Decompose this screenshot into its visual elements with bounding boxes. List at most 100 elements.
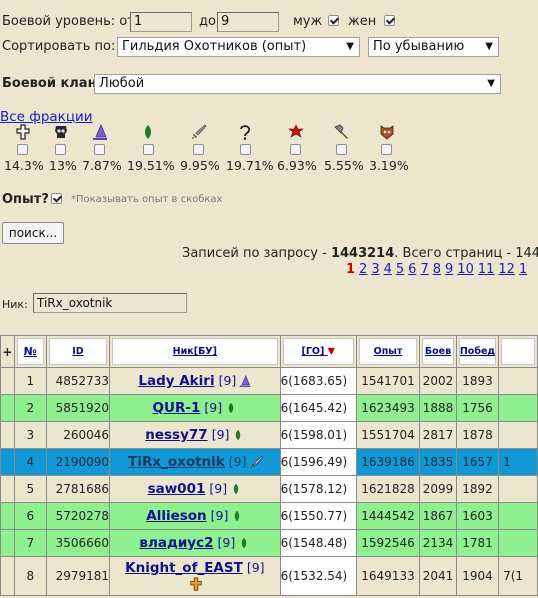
player-level[interactable]: [9]	[247, 560, 265, 575]
clan-value: Любой	[99, 76, 145, 91]
row-plus[interactable]	[0, 502, 15, 530]
player-nick-link[interactable]: saw001	[148, 481, 206, 497]
header-battles[interactable]: Боев	[419, 335, 457, 368]
page-link[interactable]: 4	[384, 262, 392, 277]
pages-total: . Всего страниц - 14433	[394, 246, 538, 261]
row-number: 7	[13, 529, 47, 557]
faction-percent: 9.95%	[180, 158, 220, 173]
row-wins: 1904	[455, 556, 500, 596]
necromancer-skull-icon	[53, 124, 69, 140]
row-battles: 1867	[419, 502, 457, 530]
row-plus[interactable]	[0, 529, 15, 557]
page-link[interactable]: 3	[371, 262, 379, 277]
row-plus[interactable]	[0, 394, 15, 422]
header-extra[interactable]	[498, 335, 538, 368]
page-link[interactable]: 5	[396, 262, 404, 277]
row-id: 260046	[45, 421, 111, 449]
faction-checkbox[interactable]	[17, 144, 28, 155]
exp-label: Опыт?	[2, 192, 49, 207]
player-nick-link[interactable]: Allieson	[146, 508, 206, 524]
row-go: 6(1683.65)	[279, 367, 357, 395]
row-plus[interactable]	[0, 367, 15, 395]
faction-checkbox[interactable]	[336, 144, 347, 155]
row-wins: 1657	[455, 448, 500, 476]
page-link-current[interactable]: 1	[346, 262, 355, 277]
page-link[interactable]: 11	[478, 262, 495, 277]
male-checkbox[interactable]	[328, 15, 339, 26]
player-level[interactable]: [9]	[212, 427, 230, 442]
player-level[interactable]: [9]	[218, 535, 236, 550]
faction-checkbox[interactable]	[193, 144, 204, 155]
row-exp: 1623493	[355, 394, 421, 422]
level-from-input[interactable]: 1	[130, 12, 192, 32]
all-factions-link[interactable]: Все фракции	[0, 109, 93, 125]
clan-select[interactable]: Любой ▼	[94, 74, 501, 94]
table-row: 6 5720278 Allieson [9] 6(1550.77) 1444542…	[0, 502, 538, 530]
row-battles: 2099	[419, 475, 457, 503]
row-plus[interactable]	[0, 475, 15, 503]
row-extra	[498, 367, 538, 395]
row-nick-cell: TiRx_oxotnik [9]	[109, 448, 281, 476]
player-nick-link[interactable]: nessy77	[145, 427, 207, 443]
page-link[interactable]: 6	[408, 262, 416, 277]
row-nick-cell: Knight_of_EAST [9]	[109, 556, 281, 596]
header-wins[interactable]: Побед	[455, 335, 500, 368]
page-link[interactable]: 1	[519, 262, 527, 277]
player-nick-link[interactable]: TiRx_oxotnik	[128, 454, 225, 470]
order-value: По убыванию	[373, 39, 465, 54]
row-exp: 1592546	[355, 529, 421, 557]
faction-checkbox[interactable]	[240, 144, 251, 155]
page-link[interactable]: 8	[433, 262, 441, 277]
row-battles: 2041	[419, 556, 457, 596]
nick-input[interactable]: TiRx_oxotnik	[33, 293, 187, 313]
player-nick-link[interactable]: Knight_of_EAST	[125, 560, 243, 576]
row-battles: 1835	[419, 448, 457, 476]
header-go[interactable]: [ГО] ▼	[279, 335, 357, 368]
search-button[interactable]: поиск...	[2, 222, 64, 244]
page-link[interactable]: 10	[457, 262, 474, 277]
faction-checkbox[interactable]	[55, 144, 66, 155]
row-exp: 1551704	[355, 421, 421, 449]
player-level[interactable]: [9]	[229, 454, 247, 469]
row-go: 6(1596.49)	[279, 448, 357, 476]
row-plus[interactable]	[0, 448, 15, 476]
records-count: 1443214	[330, 246, 395, 261]
row-id: 5851920	[45, 394, 111, 422]
female-checkbox[interactable]	[384, 15, 395, 26]
player-level[interactable]: [9]	[209, 481, 227, 496]
header-plus[interactable]: +	[0, 335, 15, 368]
row-wins: 1893	[455, 367, 500, 395]
sort-select[interactable]: Гильдия Охотников (опыт) ▼	[117, 37, 360, 57]
tribal-mask-icon	[379, 124, 395, 140]
row-number: 5	[13, 475, 47, 503]
faction-checkbox[interactable]	[94, 144, 105, 155]
level-to-input[interactable]: 9	[217, 12, 279, 32]
player-level[interactable]: [9]	[204, 400, 222, 415]
faction-checkbox[interactable]	[143, 144, 154, 155]
row-plus[interactable]	[0, 421, 15, 449]
header-nick[interactable]: Ник[БУ]	[109, 335, 281, 368]
player-nick-link[interactable]: QUR-1	[153, 400, 201, 416]
row-number: 1	[13, 367, 47, 395]
row-wins: 1603	[455, 502, 500, 530]
player-level[interactable]: [9]	[211, 508, 229, 523]
faction-percent: 14.3%	[4, 158, 44, 173]
page-link[interactable]: 12	[498, 262, 515, 277]
row-plus[interactable]	[0, 556, 15, 596]
header-id[interactable]: ID	[45, 335, 111, 368]
page-link[interactable]: 7	[420, 262, 428, 277]
row-extra: 1	[498, 448, 538, 476]
player-nick-link[interactable]: Lady Akiri	[138, 373, 214, 389]
wizard-hat-icon	[239, 373, 251, 389]
faction-checkbox[interactable]	[381, 144, 392, 155]
player-nick-link[interactable]: владиус2	[139, 535, 213, 551]
exp-checkbox[interactable]	[51, 193, 62, 204]
faction-checkbox[interactable]	[290, 144, 301, 155]
header-exp[interactable]: Опыт	[355, 335, 421, 368]
player-level[interactable]: [9]	[219, 373, 237, 388]
page-link[interactable]: 9	[445, 262, 453, 277]
row-exp: 1639186	[355, 448, 421, 476]
knight-cross-icon	[15, 124, 31, 140]
page-link[interactable]: 2	[359, 262, 367, 277]
order-select[interactable]: По убыванию ▼	[368, 37, 499, 57]
